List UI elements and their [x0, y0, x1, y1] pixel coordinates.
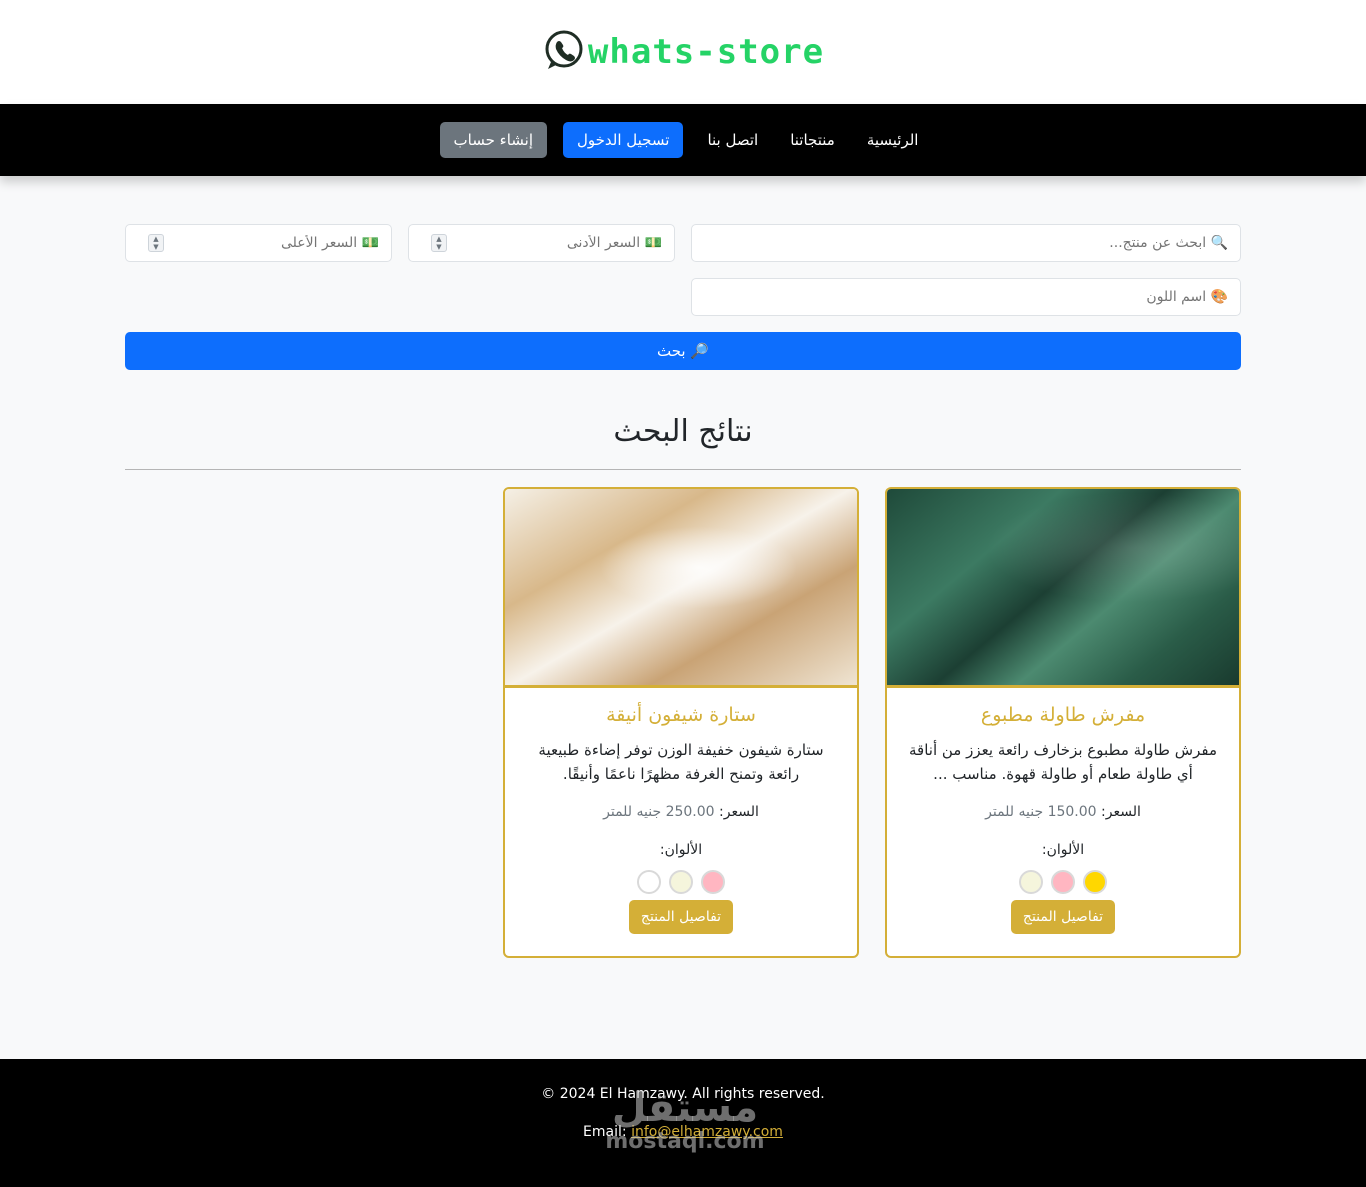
- colors-label: الألوان:: [1041, 842, 1085, 858]
- max-price-wrapper: ▲▼: [125, 224, 392, 262]
- color-swatches: [887, 870, 1239, 894]
- logo[interactable]: whats-store: [542, 28, 824, 76]
- product-price: السعر: 250.00 جنيه للمتر: [505, 804, 857, 820]
- product-card: ستارة شيفون أنيقة ستارة شيفون خفيفة الوز…: [503, 487, 859, 958]
- footer-email-label: Email:: [583, 1124, 627, 1140]
- product-details-button[interactable]: تفاصيل المنتج: [628, 900, 734, 934]
- results-divider: [125, 469, 1241, 470]
- price-value: 150.00 جنيه للمتر: [985, 804, 1097, 820]
- whatsapp-icon: [542, 28, 586, 76]
- search-button[interactable]: 🔎 بحث: [125, 332, 1241, 370]
- logo-text: whats-store: [587, 32, 825, 72]
- footer-email-line: Email: info@elhamzawy.com: [0, 1124, 1366, 1140]
- color-input[interactable]: [704, 289, 1228, 305]
- color-swatch[interactable]: [637, 870, 661, 894]
- site-footer: © 2024 El Hamzawy. All rights reserved. …: [0, 1059, 1366, 1187]
- product-image[interactable]: [887, 489, 1239, 688]
- color-input-wrapper: [691, 278, 1241, 316]
- price-label: السعر:: [719, 804, 759, 820]
- login-button[interactable]: تسجيل الدخول: [563, 122, 684, 158]
- product-description: مفرش طاولة مطبوع بزخارف رائعة يعزز من أن…: [909, 741, 1217, 783]
- price-label: السعر:: [1101, 804, 1141, 820]
- max-price-input[interactable]: [138, 235, 379, 251]
- site-header: whats-store: [0, 0, 1366, 104]
- color-swatch[interactable]: [701, 870, 725, 894]
- colors-label: الألوان:: [659, 842, 703, 858]
- min-price-stepper[interactable]: ▲ ▼: [431, 234, 447, 252]
- color-swatches: [505, 870, 857, 894]
- nav-item-home[interactable]: الرئيسية: [859, 123, 927, 157]
- footer-email-link[interactable]: info@elhamzawy.com: [631, 1124, 783, 1140]
- product-title: ستارة شيفون أنيقة: [606, 704, 756, 726]
- nav-item-products[interactable]: منتجاتنا: [782, 123, 843, 157]
- search-input-wrapper: [691, 224, 1241, 262]
- results-title: نتائج البحث: [613, 414, 753, 449]
- product-grid: مفرش طاولة مطبوع مفرش طاولة مطبوع بزخارف…: [125, 487, 1241, 958]
- price-value: 250.00 جنيه للمتر: [603, 804, 715, 820]
- main-content: ▲▼ ▲▼ 🔎 بحث نتائج البحث مفرش طاولة مطبوع…: [125, 224, 1241, 958]
- color-swatch[interactable]: [669, 870, 693, 894]
- product-price: السعر: 150.00 جنيه للمتر: [887, 804, 1239, 820]
- product-title: مفرش طاولة مطبوع: [980, 704, 1146, 726]
- product-card: مفرش طاولة مطبوع مفرش طاولة مطبوع بزخارف…: [885, 487, 1241, 958]
- search-input[interactable]: [704, 235, 1228, 251]
- nav-item-contact[interactable]: اتصل بنا: [699, 123, 766, 157]
- footer-copyright: © 2024 El Hamzawy. All rights reserved.: [541, 1086, 825, 1102]
- color-swatch[interactable]: [1083, 870, 1107, 894]
- search-form: ▲▼ ▲▼ 🔎 بحث: [125, 224, 1241, 370]
- min-price-wrapper: ▲▼: [408, 224, 675, 262]
- max-price-stepper[interactable]: ▲ ▼: [148, 234, 164, 252]
- color-swatch[interactable]: [1019, 870, 1043, 894]
- min-price-input[interactable]: [421, 235, 662, 251]
- product-image[interactable]: [505, 489, 857, 688]
- color-swatch[interactable]: [1051, 870, 1075, 894]
- register-button[interactable]: إنشاء حساب: [439, 122, 547, 158]
- main-navbar: الرئيسية منتجاتنا اتصل بنا تسجيل الدخول …: [0, 104, 1366, 176]
- product-details-button[interactable]: تفاصيل المنتج: [1010, 900, 1116, 934]
- product-description: ستارة شيفون خفيفة الوزن توفر إضاءة طبيعي…: [538, 741, 824, 783]
